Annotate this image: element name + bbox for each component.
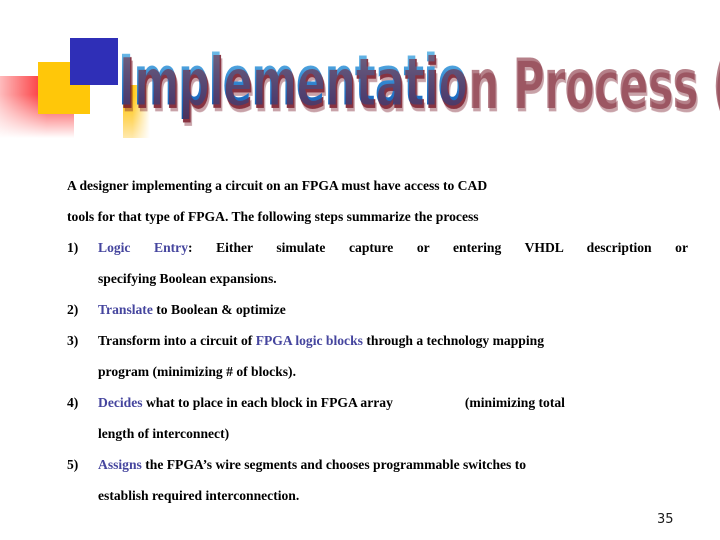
list-item: 1) Logic Entry: Either simulate capture …: [67, 232, 688, 263]
list-item: 4) Decides what to place in each block i…: [67, 387, 688, 418]
list-item-number: 4): [67, 395, 79, 410]
list-item-continuation: specifying Boolean expansions.: [98, 271, 277, 286]
list-item-highlight: Logic Entry: [98, 240, 188, 255]
page-number: 35: [657, 512, 674, 527]
list-item-text-tail: (minimizing total: [464, 395, 565, 410]
list-item-number: 5): [67, 457, 79, 472]
list-item-number: 2): [67, 302, 79, 317]
list-item-highlight: Translate: [98, 302, 153, 317]
list-item-continuation: establish required interconnection.: [98, 488, 300, 503]
list-item-highlight: FPGA logic blocks: [255, 333, 363, 348]
slide-body: A designer implementing a circuit on an …: [67, 170, 688, 511]
list-item: 3) Transform into a circuit of FPGA logic…: [67, 325, 688, 356]
list-item-highlight: Assigns: [98, 457, 142, 472]
list-item-text: : Either simulate capture or entering VH…: [188, 240, 688, 255]
decorative-blue-square: [70, 38, 118, 85]
list-item-number: 3): [67, 333, 79, 348]
list-item-text: the FPGA’s wire segments and chooses pro…: [141, 457, 527, 472]
slide-title-container: Implementation Process (overlook): [118, 33, 720, 129]
list-item-continuation: program (minimizing # of blocks).: [98, 364, 296, 379]
list-item: 2) Translate to Boolean & optimize: [67, 294, 688, 325]
list-item-text: what to place in each block in FPGA arra…: [142, 395, 393, 410]
intro-line-2: tools for that type of FPGA. The followi…: [67, 209, 479, 224]
list-item-text: to Boolean & optimize: [152, 302, 286, 317]
list-item: 5) Assigns the FPGA’s wire segments and …: [67, 449, 688, 480]
list-item-text-pre: Transform into a circuit of: [98, 333, 256, 348]
slide-title: Implementation Process (overlook): [118, 33, 720, 129]
list-item-text: through a technology mapping: [362, 333, 544, 348]
list-item-number: 1): [67, 240, 79, 255]
list-item-continuation: length of interconnect): [98, 426, 230, 441]
intro-line-1: A designer implementing a circuit on an …: [67, 178, 488, 193]
list-item-highlight: Decides: [98, 395, 143, 410]
